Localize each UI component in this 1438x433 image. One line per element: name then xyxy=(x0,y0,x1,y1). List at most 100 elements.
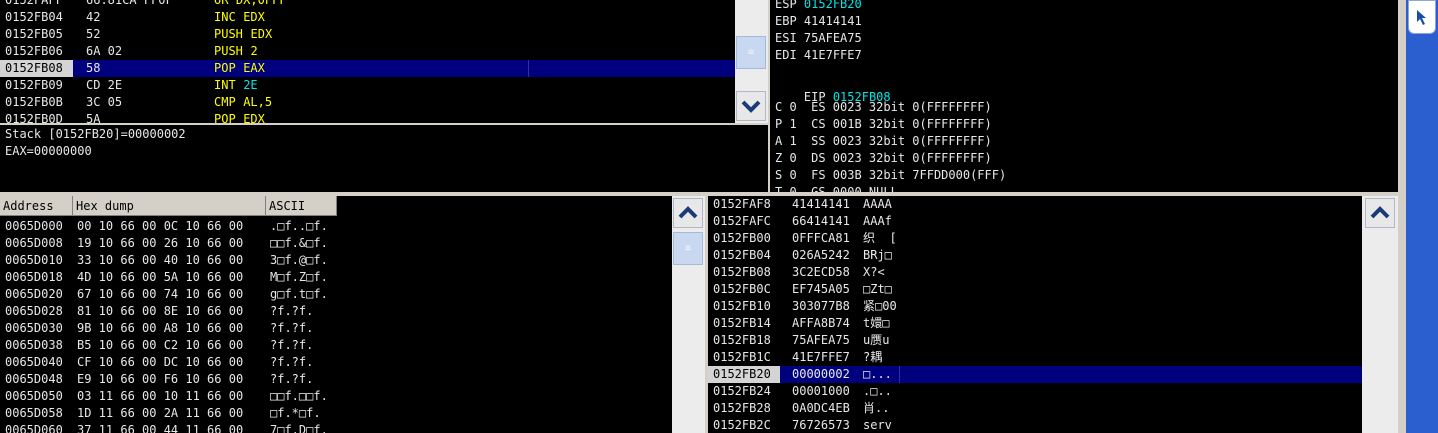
stack-row[interactable]: 0152FB08 3C2ECD58 X?< xyxy=(708,264,1362,281)
scroll-up-button[interactable] xyxy=(673,198,703,228)
register-value: 0152FB20 xyxy=(803,0,862,11)
side-button[interactable] xyxy=(1408,0,1436,34)
instruction-mnemonic: POP xyxy=(214,61,236,75)
dump-address: 0065D040 xyxy=(5,355,63,369)
column-header-address[interactable]: Address xyxy=(0,196,73,216)
dump-row[interactable]: 0065D018 4D 10 66 00 5A 10 66 00 M□f.Z□f. xyxy=(0,269,672,286)
instruction-mnemonic: POP xyxy=(214,112,236,123)
dump-row[interactable]: 0065D030 9B 10 66 00 A8 10 66 00 ?f.?f. xyxy=(0,320,672,337)
dump-row[interactable]: 0065D058 1D 11 66 00 2A 11 66 00 □f.*□f. xyxy=(0,405,672,422)
flag-segment-row[interactable]: T 0 GS 0000 NULL xyxy=(775,184,898,192)
stack-row[interactable]: 0152FB00 0FFFCA81 织 [ xyxy=(708,230,1362,247)
instruction-mnemonic: OR xyxy=(214,0,229,7)
dump-address: 0065D000 xyxy=(5,219,63,233)
instruction-bytes: 3C 05 xyxy=(86,95,123,109)
side-strip xyxy=(1398,0,1438,433)
stack-row[interactable]: 0152FAF8 41414141 AAAA xyxy=(708,196,1362,213)
dump-address: 0065D038 xyxy=(5,338,63,352)
instruction-operands: AL,5 xyxy=(243,95,273,109)
hex-dump-pane[interactable]: Address Hex dump ASCII 0065D000 00 10 66 … xyxy=(0,196,672,433)
stack-ascii: BRj□ xyxy=(863,248,892,262)
stack-value: 00000002 xyxy=(792,367,850,381)
flag-segment-row[interactable]: C 0 ES 0023 32bit 0(FFFFFFFF) xyxy=(775,99,992,116)
disassembly-pane[interactable]: 0152FAFF 66:81CA FF0F OR DX,0FFF 0152FB04 42 I… xyxy=(0,0,735,123)
dump-row[interactable]: 0065D050 03 11 66 00 10 11 66 00 □□f.□□f. xyxy=(0,388,672,405)
dump-row[interactable]: 0065D008 19 10 66 00 26 10 66 00 □□f.&□f. xyxy=(0,235,672,252)
stack-row[interactable]: 0152FB0C EF745A05 □Zt□ xyxy=(708,281,1362,298)
register-edi[interactable]: EDI 41E7FFE7 xyxy=(775,47,862,64)
stack-row[interactable]: 0152FB28 0A0DC4EB 肖.. xyxy=(708,400,1362,417)
instruction-address: 0152FB0B xyxy=(5,95,63,109)
stack-address: 0152FB18 xyxy=(713,333,771,347)
stack-row[interactable]: 0152FB14 AFFA8B74 t嬛□ xyxy=(708,315,1362,332)
register-ebp[interactable]: EBP 41414141 xyxy=(775,13,862,30)
stack-address: 0152FAFC xyxy=(713,214,771,228)
dump-ascii: □□f.□□f. xyxy=(270,389,328,403)
hex-dump-list: 0065D000 00 10 66 00 0C 10 66 00 .□f..□f. 0… xyxy=(0,218,672,433)
stack-row[interactable]: 0152FAFC 66414141 AAAf xyxy=(708,213,1362,230)
stack-value: 0A0DC4EB xyxy=(792,401,850,415)
disasm-row[interactable]: 0152FB0D 5A POP EDX xyxy=(0,111,735,123)
stack-scrollbar[interactable] xyxy=(1362,196,1398,433)
stack-pane[interactable]: 0152FAF8 41414141 AAAA 0152FAFC 66414141 AAAf… xyxy=(708,196,1362,433)
disasm-row[interactable]: 0152FB08 58 POP EAX xyxy=(0,60,735,77)
dump-scrollbar[interactable]: ≡ xyxy=(672,196,705,433)
flag-segment-row[interactable]: A 1 SS 0023 32bit 0(FFFFFFFF) xyxy=(775,133,992,150)
register-name: ESI xyxy=(775,31,797,45)
stack-ascii: 肖.. xyxy=(863,401,890,415)
instruction-operands: 2E xyxy=(243,78,258,92)
stack-row[interactable]: 0152FB10 303077B8 紧□00 xyxy=(708,298,1362,315)
stack-row[interactable]: 0152FB18 75AFEA75 u赝u xyxy=(708,332,1362,349)
register-esp[interactable]: ESP 0152FB20 xyxy=(775,0,862,13)
dump-ascii: g□f.t□f. xyxy=(270,287,328,301)
disasm-row[interactable]: 0152FB04 42 INC EDX xyxy=(0,9,735,26)
register-eip[interactable]: EIP 0152FB08 xyxy=(775,72,891,104)
dump-hex: E9 10 66 00 F6 10 66 00 xyxy=(77,372,244,386)
flag-segment-row[interactable]: Z 0 DS 0023 32bit 0(FFFFFFFF) xyxy=(775,150,992,167)
dump-row[interactable]: 0065D020 67 10 66 00 74 10 66 00 g□f.t□f. xyxy=(0,286,672,303)
stack-ascii: □... xyxy=(863,367,892,381)
stack-row[interactable]: 0152FB2C 76726573 serv xyxy=(708,417,1362,433)
disassembly-scrollbar[interactable]: ≡ xyxy=(735,0,768,123)
stack-row[interactable]: 0152FB24 00001000 .□.. xyxy=(708,383,1362,400)
column-header-ascii[interactable]: ASCII xyxy=(266,196,337,216)
flag-segment-row[interactable]: P 1 CS 001B 32bit 0(FFFFFFFF) xyxy=(775,116,992,133)
stack-row[interactable]: 0152FB1C 41E7FFE7 ?耦 xyxy=(708,349,1362,366)
disasm-row[interactable]: 0152FB09 CD 2E INT 2E xyxy=(0,77,735,94)
stack-row[interactable]: 0152FB20 00000002 □... xyxy=(708,366,1362,383)
instruction-mnemonic: INT xyxy=(214,78,236,92)
dump-row[interactable]: 0065D028 81 10 66 00 8E 10 66 00 ?f.?f. xyxy=(0,303,672,320)
register-esi[interactable]: ESI 75AFEA75 xyxy=(775,30,862,47)
scroll-thumb[interactable]: ≡ xyxy=(736,36,766,69)
dump-row[interactable]: 0065D038 B5 10 66 00 C2 10 66 00 ?f.?f. xyxy=(0,337,672,354)
stack-value: 00001000 xyxy=(792,384,850,398)
register-name: EBP xyxy=(775,14,797,28)
dump-row[interactable]: 0065D048 E9 10 66 00 F6 10 66 00 ?f.?f. xyxy=(0,371,672,388)
column-header-hex[interactable]: Hex dump xyxy=(73,196,266,216)
dump-row[interactable]: 0065D010 33 10 66 00 40 10 66 00 3□f.@□f. xyxy=(0,252,672,269)
disasm-row[interactable]: 0152FB06 6A 02 PUSH 2 xyxy=(0,43,735,60)
scroll-down-button[interactable] xyxy=(736,91,766,121)
scroll-up-button[interactable] xyxy=(1365,198,1395,228)
instruction-operands: 2 xyxy=(250,44,258,58)
scroll-thumb[interactable]: ≡ xyxy=(673,232,703,265)
dump-row[interactable]: 0065D000 00 10 66 00 0C 10 66 00 .□f..□f. xyxy=(0,218,672,235)
flag-segment-row[interactable]: S 0 FS 003B 32bit 7FFDD000(FFF) xyxy=(775,167,1006,184)
registers-pane[interactable]: ESP 0152FB20 EBP 41414141 ESI 75AFEA75 EDI … xyxy=(770,0,1398,192)
dump-address: 0065D018 xyxy=(5,270,63,284)
dump-hex: B5 10 66 00 C2 10 66 00 xyxy=(77,338,244,352)
dump-row[interactable]: 0065D060 37 11 66 00 44 11 66 00 7□f.D□f. xyxy=(0,422,672,433)
stack-row[interactable]: 0152FB04 026A5242 BRj□ xyxy=(708,247,1362,264)
instruction-address: 0152FB09 xyxy=(5,78,63,92)
register-value: 41414141 xyxy=(803,14,862,28)
stack-address: 0152FB04 xyxy=(713,248,771,262)
disasm-row[interactable]: 0152FB0B 3C 05 CMP AL,5 xyxy=(0,94,735,111)
dump-hex: 33 10 66 00 40 10 66 00 xyxy=(77,253,244,267)
register-value: 75AFEA75 xyxy=(803,31,862,45)
chevron-down-icon xyxy=(741,100,761,113)
dump-row[interactable]: 0065D040 CF 10 66 00 DC 10 66 00 ?f.?f. xyxy=(0,354,672,371)
stack-ascii: AAAA xyxy=(863,197,892,211)
register-name: ESP xyxy=(775,0,797,11)
disasm-row[interactable]: 0152FB05 52 PUSH EDX xyxy=(0,26,735,43)
disasm-row[interactable]: 0152FAFF 66:81CA FF0F OR DX,0FFF xyxy=(0,0,735,9)
